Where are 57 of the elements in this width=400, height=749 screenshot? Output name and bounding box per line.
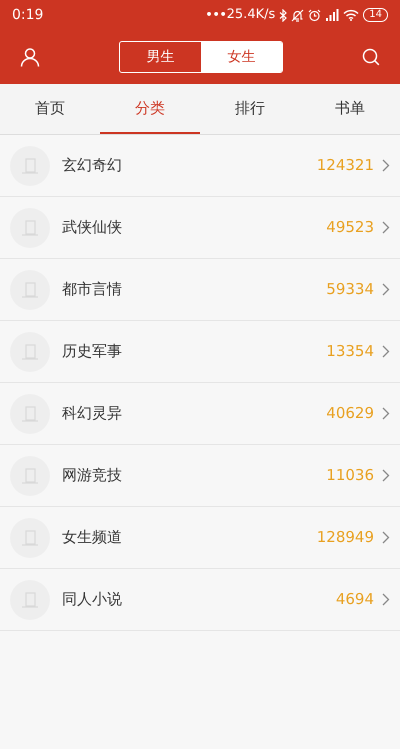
category-placeholder-icon bbox=[10, 270, 50, 310]
category-placeholder-icon bbox=[10, 332, 50, 372]
user-icon[interactable] bbox=[20, 47, 40, 67]
gender-toggle[interactable]: 女生 bbox=[201, 42, 282, 72]
category-row[interactable]: 女生频道 128949 bbox=[0, 507, 400, 569]
category-row[interactable]: 同人小说 4694 bbox=[0, 569, 400, 631]
bell-off-icon bbox=[291, 8, 304, 22]
category-row[interactable]: 科幻灵异 40629 bbox=[0, 383, 400, 445]
chevron-right-icon bbox=[382, 283, 390, 296]
category-name: 同人小说 bbox=[62, 589, 122, 610]
status-time: 0:19 bbox=[12, 6, 44, 24]
category-row[interactable]: 武侠仙侠 49523 bbox=[0, 197, 400, 259]
nav-tab[interactable]: 排行 bbox=[200, 84, 300, 134]
chevron-right-icon bbox=[382, 345, 390, 358]
battery-indicator: 14 bbox=[363, 8, 388, 22]
category-row[interactable]: 网游竞技 11036 bbox=[0, 445, 400, 507]
category-placeholder-icon bbox=[10, 208, 50, 248]
book-count: 11036 bbox=[326, 465, 374, 486]
wifi-icon bbox=[343, 9, 360, 21]
chevron-right-icon bbox=[382, 469, 390, 482]
category-name: 科幻灵异 bbox=[62, 403, 122, 424]
nav-tab[interactable]: 书单 bbox=[300, 84, 400, 134]
category-name: 玄幻奇幻 bbox=[62, 155, 122, 176]
category-placeholder-icon bbox=[10, 394, 50, 434]
book-count: 124321 bbox=[316, 155, 374, 176]
category-row[interactable]: 都市言情 59334 bbox=[0, 259, 400, 321]
alarm-icon bbox=[308, 8, 322, 22]
book-count: 59334 bbox=[326, 279, 374, 300]
search-icon[interactable] bbox=[362, 48, 380, 66]
category-placeholder-icon bbox=[10, 580, 50, 620]
category-name: 网游竞技 bbox=[62, 465, 122, 486]
category-row[interactable]: 玄幻奇幻 124321 bbox=[0, 135, 400, 197]
category-placeholder-icon bbox=[10, 146, 50, 186]
category-placeholder-icon bbox=[10, 518, 50, 558]
chevron-right-icon bbox=[382, 407, 390, 420]
chevron-right-icon bbox=[382, 593, 390, 606]
category-row[interactable]: 历史军事 13354 bbox=[0, 321, 400, 383]
category-placeholder-icon bbox=[10, 456, 50, 496]
bluetooth-icon bbox=[279, 8, 288, 22]
chevron-right-icon bbox=[382, 221, 390, 234]
chevron-right-icon bbox=[382, 159, 390, 172]
signal-icon bbox=[325, 9, 340, 21]
book-count: 13354 bbox=[326, 341, 374, 362]
category-name: 都市言情 bbox=[62, 279, 122, 300]
chevron-right-icon bbox=[382, 531, 390, 544]
nav-tab[interactable]: 分类 bbox=[100, 84, 200, 134]
gender-toggle[interactable]: 男生 bbox=[120, 42, 201, 72]
network-speed: 25.4K/s bbox=[226, 6, 276, 24]
book-count: 49523 bbox=[326, 217, 374, 238]
category-name: 武侠仙侠 bbox=[62, 217, 122, 238]
category-name: 历史军事 bbox=[62, 341, 122, 362]
status-dots: ••• bbox=[206, 6, 227, 23]
book-count: 4694 bbox=[336, 589, 374, 610]
nav-tab[interactable]: 首页 bbox=[0, 84, 100, 134]
book-count: 128949 bbox=[316, 527, 374, 548]
book-count: 40629 bbox=[326, 403, 374, 424]
category-name: 女生频道 bbox=[62, 527, 122, 548]
